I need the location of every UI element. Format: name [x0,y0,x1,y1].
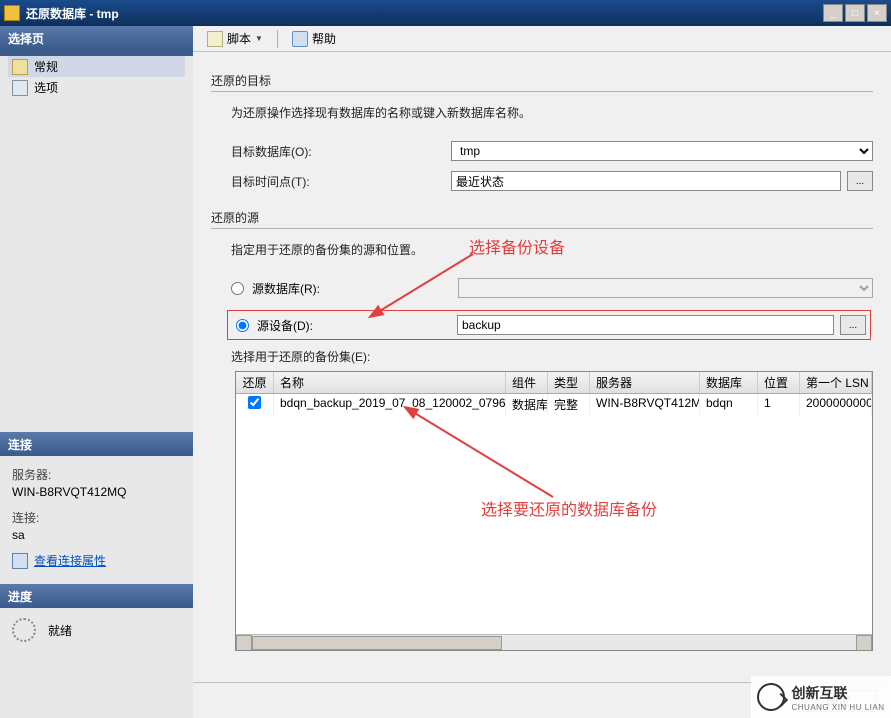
script-icon [207,31,223,47]
logo-icon [757,683,785,711]
progress-spinner-icon [12,618,36,642]
source-group-title: 还原的源 [211,209,873,226]
cell-server: WIN-B8RVQT412MQ [590,394,700,415]
source-database-label: 源数据库(R): [252,280,458,297]
cell-database: bdqn [700,394,758,415]
sidebar-progress: 进度 就绪 [0,584,216,652]
view-connection-props-link[interactable]: 查看连接属性 [12,552,204,569]
source-hint: 指定用于还原的备份集的源和位置。 [231,241,873,258]
horizontal-scrollbar[interactable] [236,634,872,650]
target-db-select[interactable]: tmp [451,141,873,161]
connection-header: 连接 [0,432,216,456]
col-type[interactable]: 类型 [548,372,590,393]
grid-header: 还原 名称 组件 类型 服务器 数据库 位置 第一个 LSN [236,372,872,394]
scroll-left-button[interactable] [236,635,252,651]
conn-label: 连接: [12,509,204,526]
content-toolbar: 脚本 ▼ 帮助 [193,26,891,52]
col-name[interactable]: 名称 [274,372,506,393]
cell-position: 1 [758,394,800,415]
source-device-browse-button[interactable]: ... [840,315,866,335]
properties-icon [12,553,28,569]
cell-component: 数据库 [506,394,548,415]
app-icon [4,5,20,21]
maximize-button[interactable]: □ [845,4,865,22]
conn-value: sa [12,528,204,542]
server-value: WIN-B8RVQT412MQ [12,485,204,499]
source-database-select [458,278,873,298]
target-time-browse-button[interactable]: ... [847,171,873,191]
col-position[interactable]: 位置 [758,372,800,393]
close-button[interactable]: × [867,4,887,22]
col-first-lsn[interactable]: 第一个 LSN [800,372,872,393]
target-db-label: 目标数据库(O): [231,143,451,160]
minimize-button[interactable]: _ [823,4,843,22]
sidebar-item-options[interactable]: 选项 [8,77,185,98]
source-database-radio[interactable] [231,282,244,295]
watermark-logo: 创新互联 CHUANG XIN HU LIAN [751,676,891,718]
window-title: 还原数据库 - tmp [26,5,823,22]
cell-first-lsn: 20000000004 [800,394,872,415]
backup-set-label: 选择用于还原的备份集(E): [231,348,873,365]
page-icon [12,80,28,96]
page-icon [12,59,28,75]
script-button[interactable]: 脚本 ▼ [201,28,269,49]
server-label: 服务器: [12,466,204,483]
target-time-input[interactable] [451,171,841,191]
row-restore-checkbox[interactable] [248,396,261,409]
target-group-title: 还原的目标 [211,72,873,89]
table-row[interactable]: bdqn_backup_2019_07_08_120002_0796909 数据… [236,394,872,415]
backup-set-grid[interactable]: 还原 名称 组件 类型 服务器 数据库 位置 第一个 LSN bdqn_back… [235,371,873,651]
chevron-down-icon: ▼ [255,34,263,43]
help-button[interactable]: 帮助 [286,28,342,49]
col-restore[interactable]: 还原 [236,372,274,393]
progress-header: 进度 [0,584,216,608]
help-icon [292,31,308,47]
source-device-radio[interactable] [236,319,249,332]
toolbar-separator [277,30,278,48]
scroll-right-button[interactable] [856,635,872,651]
scroll-thumb[interactable] [252,636,502,650]
titlebar: 还原数据库 - tmp _ □ × [0,0,891,26]
source-device-highlight: 源设备(D): ... [227,310,871,340]
cell-name: bdqn_backup_2019_07_08_120002_0796909 [274,394,506,415]
sidebar-item-label: 选项 [34,79,58,96]
content-panel: 脚本 ▼ 帮助 还原的目标 为还原操作选择现有数据库的名称或键入新数据库名称。 … [193,26,891,718]
sidebar-item-label: 常规 [34,58,58,75]
sidebar-connection: 连接 服务器: WIN-B8RVQT412MQ 连接: sa 查看连接属性 [0,432,216,579]
target-time-label: 目标时间点(T): [231,173,451,190]
cell-type: 完整 [548,394,590,415]
sidebar-item-general[interactable]: 常规 [8,56,185,77]
col-database[interactable]: 数据库 [700,372,758,393]
sidebar: 选择页 常规 选项 连接 服务器: WIN-B8RVQT412MQ 连接: sa… [0,26,193,718]
target-hint: 为还原操作选择现有数据库的名称或键入新数据库名称。 [231,104,873,121]
progress-status: 就绪 [48,622,72,639]
source-device-input[interactable] [457,315,834,335]
source-device-label: 源设备(D): [257,317,457,334]
sidebar-header: 选择页 [0,26,193,50]
col-component[interactable]: 组件 [506,372,548,393]
col-server[interactable]: 服务器 [590,372,700,393]
